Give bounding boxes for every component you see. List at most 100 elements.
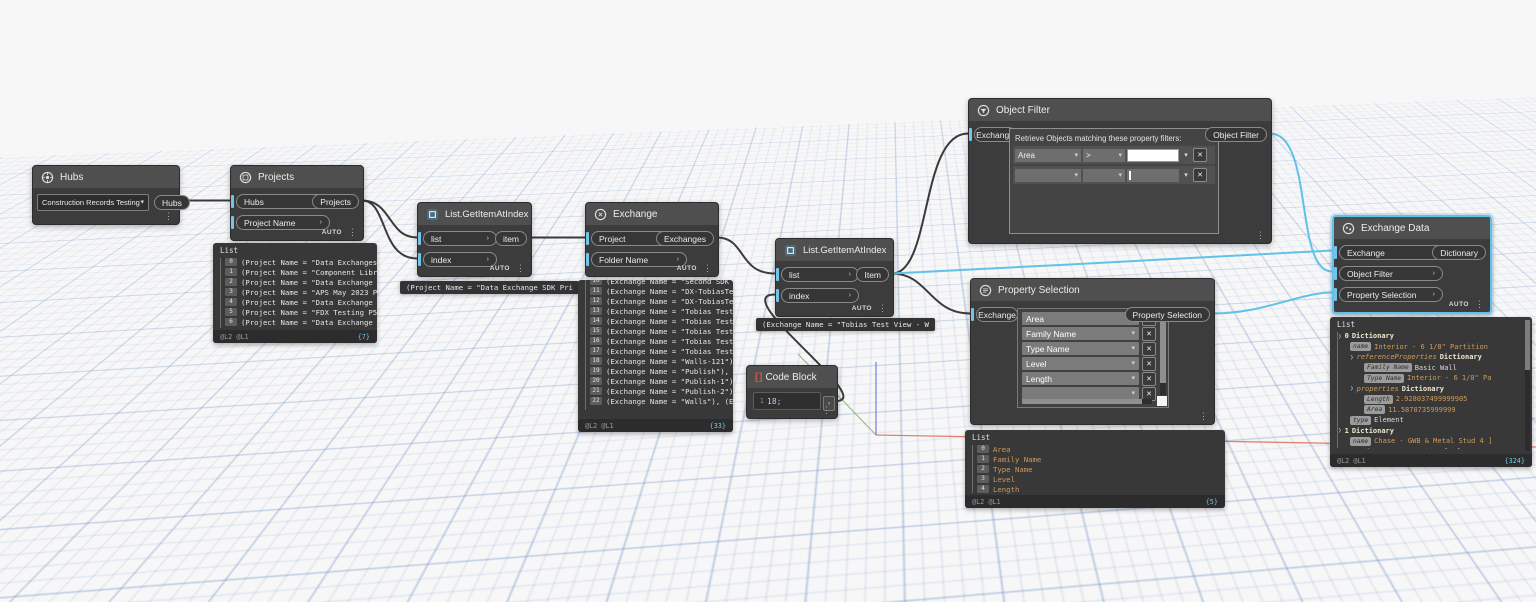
remove-property-button[interactable]: ✕ [1142,341,1156,356]
projects-node-header[interactable]: Projects [231,166,363,188]
node-header[interactable]: List.GetItemAtIndex [418,203,531,225]
exchange-node-header[interactable]: Exchange [586,203,718,225]
wire-exchanges-to-list[interactable] [716,236,776,275]
expand-arrow-icon[interactable]: ❯ [1350,385,1354,392]
input-port[interactable]: Folder Name › [586,252,687,267]
input-port[interactable]: index › [776,288,859,303]
node-menu-icon[interactable]: ⋮ [822,406,831,415]
list-item: 11 (Exchange Name = "DX-TobiasTes [590,286,733,296]
exchange-data-header[interactable]: Exchange Data [1334,217,1490,239]
lacing-auto-label[interactable]: AUTO [490,265,510,272]
input-port[interactable]: Object Filter › [1334,266,1443,281]
vertical-scrollbar[interactable] [1160,312,1166,395]
chevron-down-icon: ▾ [1074,171,1078,179]
dictionary-output-port[interactable]: Dictionary [1432,245,1486,260]
chevron-down-icon[interactable]: ▾ [1181,171,1191,179]
wire-item-to-exchangedata[interactable] [891,249,1333,275]
levels-label[interactable]: @L2 @L1 [220,333,249,341]
remove-property-button[interactable]: ✕ [1142,326,1156,341]
remove-property-button[interactable]: ✕ [1142,371,1156,386]
hubs-output-port[interactable]: Hubs [154,195,190,210]
exchange-input-port[interactable]: Exchange [971,307,1018,322]
projects-output-port[interactable]: Projects [312,194,359,209]
node-menu-icon[interactable]: ⋮ [164,212,173,221]
input-port[interactable]: list › [418,231,497,246]
property-selection-node-icon [979,284,992,297]
node-menu-icon[interactable]: ⋮ [1199,412,1208,421]
lacing-auto-label[interactable]: AUTO [322,229,342,236]
remove-filter-button[interactable]: ✕ [1193,148,1207,162]
dynamo-workspace-canvas[interactable]: Hubs Construction Records Testing ▾ Hubs… [0,0,1536,602]
hubs-node-header[interactable]: Hubs [33,166,179,188]
lacing-auto-label[interactable]: AUTO [1449,301,1469,308]
hubs-node[interactable]: Hubs Construction Records Testing ▾ Hubs… [32,165,190,225]
filter-value-input[interactable] [1127,168,1179,182]
filter-field-dropdown[interactable]: Area ▾ [1015,148,1081,162]
remove-filter-button[interactable]: ✕ [1193,168,1207,182]
object-filter-node[interactable]: Object Filter Exchange Retrieve Objects … [968,98,1272,244]
exchange-data-node[interactable]: Exchange Data Exchange› Object Filter› P… [1332,215,1492,314]
object-filter-header[interactable]: Object Filter [969,99,1271,121]
item-output-port[interactable]: item [494,231,527,246]
property-selection-node[interactable]: Property Selection Exchange Area▾ ✕ Fami… [970,278,1215,425]
expand-arrow-icon[interactable]: ❯ [1350,448,1354,449]
item-output-port[interactable]: Item [856,267,889,282]
property-row: Family Name ▾ ✕ [1022,326,1156,341]
node-menu-icon[interactable]: ⋮ [1475,300,1484,309]
input-port[interactable]: list › [776,267,859,282]
list-index-badge: 20 [590,377,602,385]
resize-grip[interactable] [1157,396,1167,406]
filter-operator-dropdown[interactable]: ▾ [1083,168,1125,182]
lacing-auto-label[interactable]: AUTO [677,265,697,272]
property-dropdown[interactable]: Area▾ [1022,312,1139,325]
input-port[interactable]: Property Selection › [1334,287,1443,302]
property-selection-output-port[interactable]: Property Selection [1124,307,1210,322]
levels-label[interactable]: @L2 @L1 [972,498,1001,506]
property-dropdown[interactable]: Family Name ▾ [1022,327,1139,340]
exchanges-output-port[interactable]: Exchanges [655,231,714,246]
property-selection-header[interactable]: Property Selection [971,279,1214,301]
node-menu-icon[interactable]: ⋮ [703,264,712,273]
dictionary-row: ❯ properties Dictionary [1350,384,1444,393]
lacing-auto-label[interactable]: AUTO [852,305,872,312]
chevron-down-icon[interactable]: ▾ [1181,151,1191,159]
chevron-right-icon: › [1432,291,1435,298]
levels-label[interactable]: @L2 @L1 [585,422,614,430]
code-editor[interactable]: 1 18; [753,392,821,410]
list-index-badge: 19 [590,367,602,375]
filter-value-input[interactable] [1127,148,1179,162]
expand-arrow-icon[interactable]: ❯ [1350,354,1354,361]
code-block-node[interactable]: [ ] Code Block 1 18; › ⋮ [746,365,838,419]
property-dropdown[interactable]: Length ▾ [1022,372,1139,385]
code-text: 18; [767,396,782,406]
node-menu-icon[interactable]: ⋮ [516,264,525,273]
filter-field-dropdown[interactable]: ▾ [1015,168,1081,182]
hub-dropdown[interactable]: Construction Records Testing ▾ [37,194,149,211]
node-header[interactable]: List.GetItemAtIndex [776,239,893,261]
wire-projects-to-list[interactable] [361,199,418,239]
node-menu-icon[interactable]: ⋮ [878,304,887,313]
input-port[interactable]: index › [418,252,497,267]
input-port[interactable]: Exchange› [1334,245,1443,260]
wire-item-to-objectfilter[interactable] [891,132,969,275]
expand-arrow-icon[interactable]: ❯ [1338,427,1342,434]
property-dropdown[interactable]: Type Name ▾ [1022,342,1139,355]
exchange-node[interactable]: Exchange Project› Folder Name› Exchanges… [585,202,719,277]
horizontal-scrollbar[interactable] [1022,399,1152,404]
levels-label[interactable]: @L2 @L1 [1337,457,1366,465]
list-getitematindex-node-1[interactable]: List.GetItemAtIndex list › index › item AU… [417,202,532,277]
expand-arrow-icon[interactable]: ❯ [1338,333,1342,340]
vertical-scrollbar[interactable] [1525,320,1530,451]
input-port[interactable]: Project Name › [231,215,330,230]
wire-propertyselection-to-exchangedata[interactable] [1212,291,1333,315]
list-getitematindex-node-2[interactable]: List.GetItemAtIndex list › index › Item AU… [775,238,894,317]
code-block-header[interactable]: [ ] Code Block [747,366,837,388]
filter-operator-dropdown[interactable]: > ▾ [1083,148,1125,162]
projects-node[interactable]: Projects Hubs› Project Name› Projects AU… [230,165,364,241]
remove-property-button[interactable]: ✕ [1142,356,1156,371]
object-filter-output-port[interactable]: Object Filter [1205,127,1267,142]
node-menu-icon[interactable]: ⋮ [1256,231,1265,240]
wire-item-to-propertyselection[interactable] [891,272,971,315]
node-menu-icon[interactable]: ⋮ [348,228,357,237]
property-dropdown[interactable]: Level ▾ [1022,357,1139,370]
